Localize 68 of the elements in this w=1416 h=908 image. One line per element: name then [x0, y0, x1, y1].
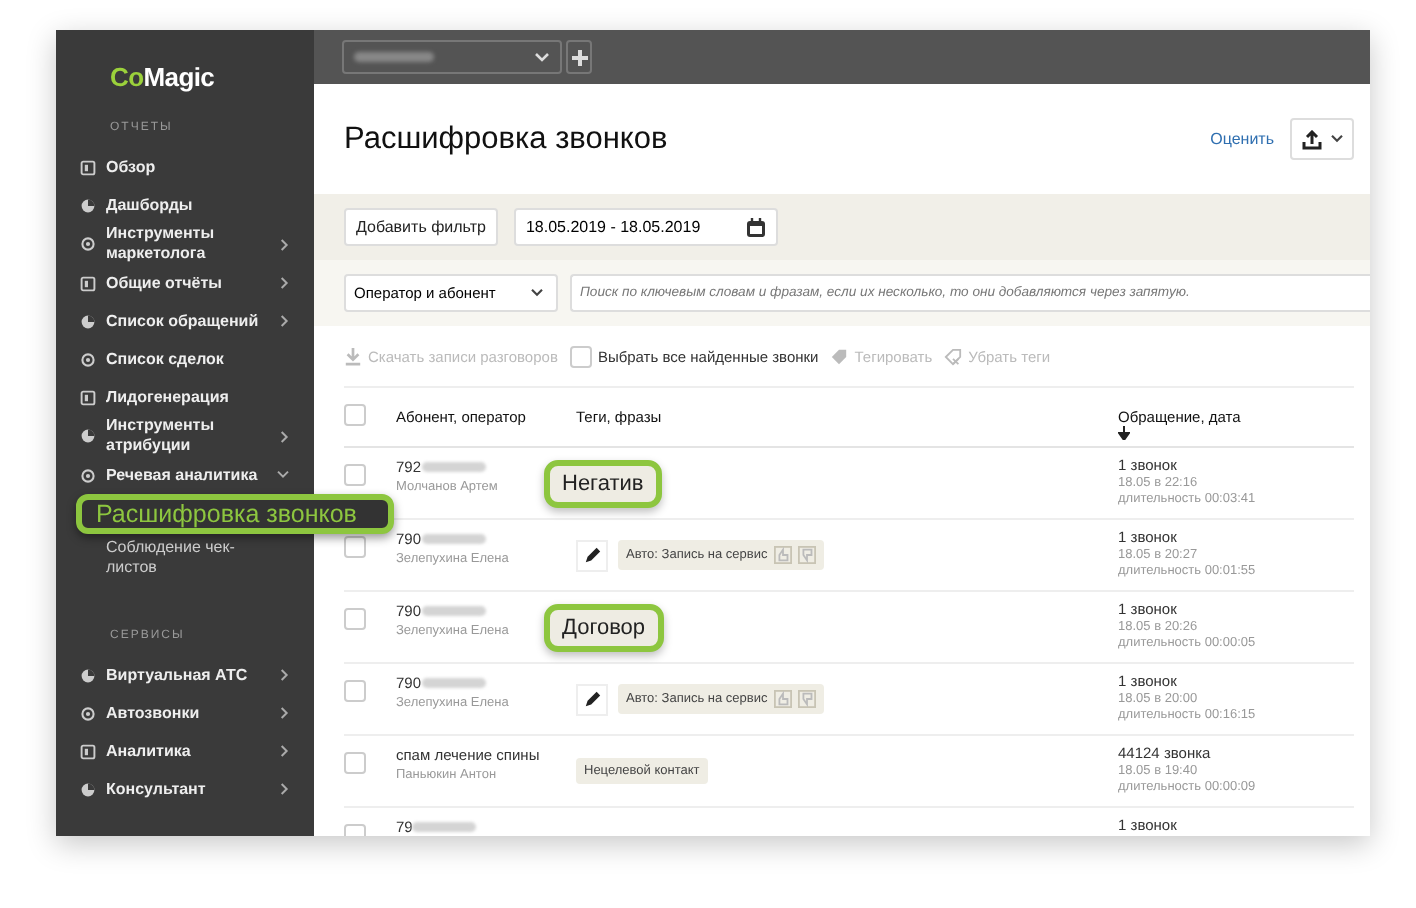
- nav-item[interactable]: Речевая аналитика: [80, 456, 314, 494]
- menu-item-icon: [80, 743, 96, 759]
- nav-item[interactable]: Инструменты атрибуции: [80, 416, 314, 456]
- checkbox[interactable]: [344, 752, 366, 774]
- menu-item-icon: [80, 351, 96, 367]
- nav-item[interactable]: Консультант: [80, 770, 314, 808]
- thumbs-up-icon[interactable]: [773, 546, 792, 564]
- nav-item[interactable]: Общие отчёты: [80, 264, 314, 302]
- tag-icon: [830, 347, 849, 365]
- thumbs-up-icon[interactable]: [773, 690, 792, 708]
- nav-item[interactable]: Список сделок: [80, 340, 314, 378]
- edit-button[interactable]: [576, 539, 608, 571]
- submenu-item[interactable]: Расшифровка звонков: [76, 494, 394, 534]
- export-button[interactable]: [1290, 118, 1354, 160]
- checkbox[interactable]: [344, 404, 366, 426]
- tag-callout: Негатив: [544, 459, 662, 507]
- blurred-text: [421, 606, 486, 616]
- nav-item[interactable]: Автозвонки: [80, 694, 314, 732]
- add-button[interactable]: [566, 40, 592, 74]
- checkbox[interactable]: [344, 680, 366, 702]
- logo[interactable]: CoMagic: [80, 30, 215, 122]
- thumbs-down-icon[interactable]: [797, 690, 816, 708]
- pencil-icon: [583, 546, 601, 564]
- tag-remove-icon: [944, 347, 963, 365]
- caret-icon: [530, 288, 544, 298]
- menu-item-icon: [80, 781, 96, 797]
- blurred-text: [354, 52, 434, 62]
- calendar-icon: [745, 217, 766, 237]
- menu-item-icon: [80, 313, 96, 329]
- edit-button[interactable]: [576, 683, 608, 715]
- thumbs-down-icon[interactable]: [797, 546, 816, 564]
- menu-item-icon: [80, 197, 96, 213]
- checkbox[interactable]: [344, 536, 366, 558]
- nav-item[interactable]: Инструменты маркетолога: [80, 224, 314, 264]
- plus-icon: [571, 49, 587, 65]
- nav-item[interactable]: Обзор: [80, 148, 314, 186]
- add-filter-button[interactable]: Добавить фильтр: [344, 208, 498, 246]
- blurred-text: [412, 822, 477, 832]
- blurred-text: [421, 534, 486, 544]
- menu-item-icon: [80, 389, 96, 405]
- menu-item-icon: [80, 275, 96, 291]
- tag-callout: Договор: [544, 603, 664, 651]
- checkbox[interactable]: [569, 345, 592, 367]
- nav-item[interactable]: Аналитика: [80, 732, 314, 770]
- rate-link[interactable]: Оценить: [1210, 130, 1274, 148]
- page-title: Расшифровка звонков: [344, 121, 670, 157]
- caret-icon: [1329, 134, 1343, 144]
- menu-item-icon: [80, 705, 96, 721]
- checkbox[interactable]: [344, 464, 366, 486]
- pencil-icon: [583, 690, 601, 708]
- nav-item[interactable]: Дашборды: [80, 186, 314, 224]
- nav-item[interactable]: Список обращений: [80, 302, 314, 340]
- menu-item-icon: [80, 159, 96, 175]
- download-icon: [344, 347, 362, 365]
- menu-item-icon: [80, 236, 96, 252]
- checkbox[interactable]: [344, 608, 366, 630]
- date-range-field[interactable]: 18.05.2019 - 18.05.2019: [513, 208, 778, 246]
- menu-item-icon: [80, 428, 96, 444]
- nav-item[interactable]: Лидогенерация: [80, 378, 314, 416]
- menu-item-icon: [80, 667, 96, 683]
- menu-item-icon: [80, 467, 96, 483]
- submenu-item[interactable]: Соблюдение чек-листов: [80, 534, 246, 582]
- blurred-text: [421, 678, 486, 688]
- blurred-text: [421, 462, 486, 472]
- sort-down-icon: [1118, 425, 1130, 439]
- export-icon: [1301, 129, 1321, 149]
- nav-item[interactable]: Виртуальная АТС: [80, 656, 314, 694]
- caret-icon: [534, 51, 550, 63]
